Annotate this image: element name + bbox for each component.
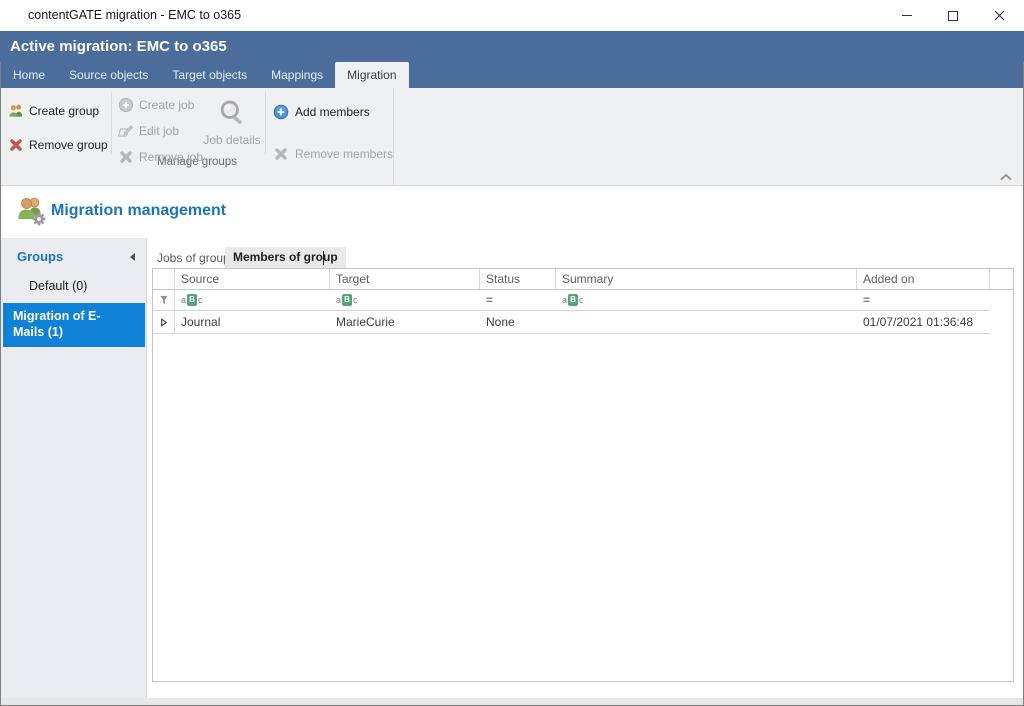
cell-target[interactable]: MarieCurie [330, 311, 480, 334]
cell-summary[interactable] [556, 311, 857, 334]
collapse-ribbon-button[interactable] [999, 168, 1013, 186]
column-header-summary[interactable]: Summary [556, 269, 857, 290]
filter-cell-target[interactable]: aBc [330, 290, 480, 311]
add-members-icon [273, 104, 289, 120]
ribbon-tab-target-objects[interactable]: Target objects [160, 62, 259, 88]
page-header: Migration management [1, 187, 1023, 238]
add-members-label: Add members [295, 105, 370, 119]
ribbon-tab-source-objects[interactable]: Source objects [57, 62, 160, 88]
migration-management-icon [15, 195, 47, 227]
maximize-button[interactable] [930, 1, 976, 30]
text-cursor [323, 251, 324, 265]
collapse-panel-icon[interactable] [128, 252, 136, 262]
edit-job-icon [118, 123, 134, 139]
create-job-label: Create job [139, 98, 194, 112]
create-group-button[interactable]: Create group [8, 103, 99, 119]
column-header-source[interactable]: Source [175, 269, 330, 290]
equals-filter-icon: = [863, 293, 870, 307]
filter-cell-added-on[interactable]: = [857, 290, 990, 311]
filter-funnel-icon [159, 294, 169, 306]
abc-filter-icon: aBc [181, 294, 203, 306]
row-indicator [153, 311, 175, 334]
filter-cell-status[interactable]: = [480, 290, 556, 311]
filter-cell-summary[interactable]: aBc [556, 290, 857, 311]
job-details-label: Job details [201, 133, 263, 147]
remove-group-icon [8, 137, 24, 153]
filter-cell-filler [990, 290, 1013, 311]
create-group-icon [8, 103, 24, 119]
add-members-button[interactable]: Add members [273, 104, 370, 120]
ribbon-separator [265, 92, 266, 154]
remove-members-button[interactable]: Remove members [273, 146, 393, 162]
tab-jobs-of-group[interactable]: Jobs of group [157, 251, 230, 265]
grid-header-row: Source Target Status Summary Added on [153, 269, 1013, 290]
members-grid: Source Target Status Summary Added on aB… [152, 268, 1014, 682]
remove-job-icon [118, 149, 134, 165]
job-details-button[interactable]: Job details [201, 98, 263, 147]
column-header-status[interactable]: Status [480, 269, 556, 290]
app-window: contentGATE migration - EMC to o365 Acti… [0, 0, 1024, 706]
abc-filter-icon: aBc [562, 294, 584, 306]
remove-members-icon [273, 146, 289, 162]
ribbon-separator [111, 92, 112, 154]
sidebar-item-default[interactable]: Default (0) [29, 279, 87, 293]
close-icon [994, 10, 1005, 21]
tab-members-of-group[interactable]: Members of group [225, 247, 346, 268]
chevron-up-icon [999, 173, 1013, 181]
sidebar-item-label: Migration of E-Mails (1) [13, 308, 131, 340]
maximize-icon [948, 11, 958, 21]
active-migration-banner: Active migration: EMC to o365 [0, 31, 1024, 62]
remove-group-label: Remove group [29, 138, 108, 152]
cell-status[interactable]: None [480, 311, 556, 334]
filter-cell-source[interactable]: aBc [175, 290, 330, 311]
column-header-target[interactable]: Target [330, 269, 480, 290]
ribbon-tab-bar: Home Source objects Target objects Mappi… [1, 62, 1023, 88]
groups-sidebar: Groups Default (0) Migration of E-Mails … [1, 238, 147, 698]
ribbon-tab-home[interactable]: Home [1, 62, 57, 88]
status-strip [1, 698, 1023, 705]
table-row[interactable]: Journal MarieCurie None 01/07/2021 01:36… [153, 311, 1013, 334]
remove-members-label: Remove members [295, 147, 393, 161]
edit-job-button[interactable]: Edit job [118, 123, 179, 139]
title-bar: contentGATE migration - EMC to o365 [0, 0, 1024, 31]
column-header-filler [990, 269, 1013, 290]
groups-panel-title: Groups [17, 249, 63, 264]
remove-job-label: Remove job [139, 150, 203, 164]
minimize-button[interactable] [884, 1, 930, 30]
remove-job-button[interactable]: Remove job [118, 149, 203, 165]
minimize-icon [902, 15, 912, 16]
create-job-button[interactable]: Create job [118, 97, 194, 113]
create-group-label: Create group [29, 104, 99, 118]
close-button[interactable] [976, 1, 1022, 30]
grid-filter-row: aBc aBc = aBc = [153, 290, 1013, 311]
column-header-added-on[interactable]: Added on [857, 269, 990, 290]
edit-job-label: Edit job [139, 124, 179, 138]
active-migration-title: Active migration: EMC to o365 [10, 31, 227, 62]
ribbon: Manage groups Create group Remove group [1, 88, 1023, 186]
cell-added-on[interactable]: 01/07/2021 01:36:48 [857, 311, 990, 334]
filter-row-indicator [153, 290, 175, 311]
row-arrow-icon [161, 318, 167, 327]
create-job-icon [118, 97, 134, 113]
page-title: Migration management [51, 202, 226, 220]
abc-filter-icon: aBc [336, 294, 358, 306]
grid-indicator-header [153, 269, 175, 290]
sidebar-item-migration-of-emails[interactable]: Migration of E-Mails (1) [3, 303, 145, 347]
window-title: contentGATE migration - EMC to o365 [28, 0, 241, 31]
ribbon-group-border [393, 88, 394, 185]
ribbon-tab-migration[interactable]: Migration [335, 62, 408, 88]
cell-source[interactable]: Journal [175, 311, 330, 334]
job-details-icon [217, 98, 247, 128]
remove-group-button[interactable]: Remove group [8, 137, 108, 153]
cell-filler [990, 311, 1013, 334]
ribbon-tab-mappings[interactable]: Mappings [259, 62, 335, 88]
equals-filter-icon: = [486, 293, 493, 307]
